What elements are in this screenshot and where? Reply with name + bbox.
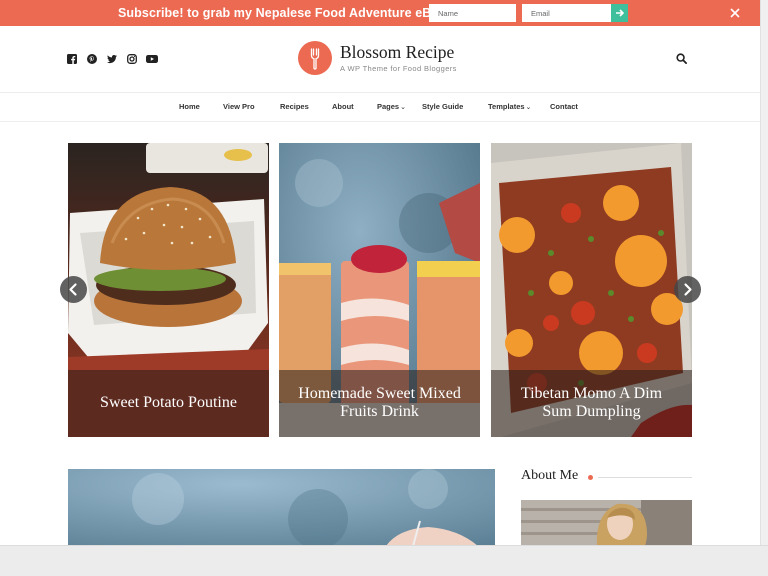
nav-item-contact[interactable]: Contact — [550, 102, 578, 111]
nav-item-view-pro[interactable]: View Pro — [223, 102, 255, 111]
name-input[interactable] — [429, 4, 516, 22]
chevron-down-icon: ⌄ — [400, 104, 406, 111]
chevron-left-icon — [69, 283, 77, 296]
nav-item-recipes[interactable]: Recipes — [280, 102, 309, 111]
nav-item-home[interactable]: Home — [179, 102, 200, 111]
site-tagline: A WP Theme for Food Bloggers — [340, 64, 457, 73]
bottom-bar — [0, 545, 768, 576]
slider-next-button[interactable] — [674, 276, 701, 303]
subscribe-bar: Subscribe! to grab my Nepalese Food Adve… — [0, 0, 760, 26]
slide-fruits-drink[interactable]: Homemade Sweet Mixed Fruits Drink — [279, 143, 480, 437]
slide-caption: Sweet Potato Poutine — [68, 370, 269, 437]
featured-post-image[interactable] — [68, 469, 495, 546]
nav-item-label: Contact — [550, 102, 578, 111]
chevron-down-icon: ⌄ — [525, 104, 532, 111]
nav-item-label: View Pro — [223, 102, 255, 111]
slide-tibetan-momo[interactable]: Tibetan Momo A Dim Sum Dumpling — [491, 143, 692, 437]
email-input[interactable] — [522, 4, 612, 22]
nav-item-about[interactable]: About — [332, 102, 354, 111]
heading-divider — [598, 477, 692, 478]
nav-item-pages[interactable]: Pages⌄ — [377, 102, 406, 111]
instagram-icon[interactable] — [127, 54, 137, 64]
nav-item-templates[interactable]: Templates⌄ — [488, 102, 531, 111]
twitter-icon[interactable] — [107, 54, 117, 64]
slide-title[interactable]: Tibetan Momo A Dim Sum Dumpling — [491, 385, 692, 421]
search-icon[interactable] — [676, 53, 687, 64]
site-logo[interactable] — [298, 41, 332, 75]
nav-item-label: Templates — [488, 102, 525, 111]
slider-prev-button[interactable] — [60, 276, 87, 303]
about-me-heading: About Me — [521, 468, 579, 483]
site-title[interactable]: Blossom Recipe — [340, 42, 454, 63]
slide-caption: Homemade Sweet Mixed Fruits Drink — [279, 370, 480, 437]
slide-sweet-potato-poutine[interactable]: Sweet Potato Poutine — [68, 143, 269, 437]
slide-title[interactable]: Sweet Potato Poutine — [68, 394, 269, 412]
nav-item-label: About — [332, 102, 354, 111]
youtube-icon[interactable] — [146, 54, 158, 64]
post-image-drinks — [68, 469, 495, 546]
subscribe-message: Subscribe! to grab my Nepalese Food Adve… — [118, 6, 459, 20]
scrollbar[interactable] — [760, 0, 768, 545]
facebook-icon[interactable] — [67, 54, 77, 64]
nav-item-label: Pages — [377, 102, 400, 111]
nav-item-style-guide[interactable]: Style Guide — [422, 102, 463, 111]
slide-caption: Tibetan Momo A Dim Sum Dumpling — [491, 370, 692, 437]
author-photo — [521, 500, 692, 546]
nav-item-label: Style Guide — [422, 102, 464, 111]
chevron-right-icon — [684, 283, 692, 296]
heading-accent-dot — [588, 475, 593, 480]
about-me-image[interactable] — [521, 500, 692, 546]
subscribe-submit-button[interactable] — [611, 4, 628, 22]
close-icon[interactable] — [729, 7, 741, 19]
pinterest-icon[interactable] — [87, 54, 97, 64]
arrow-right-icon — [615, 9, 624, 17]
nav-item-label: Home — [179, 102, 200, 111]
slide-title[interactable]: Homemade Sweet Mixed Fruits Drink — [279, 385, 480, 421]
fork-icon — [310, 48, 320, 70]
nav-item-label: Recipes — [280, 102, 309, 111]
